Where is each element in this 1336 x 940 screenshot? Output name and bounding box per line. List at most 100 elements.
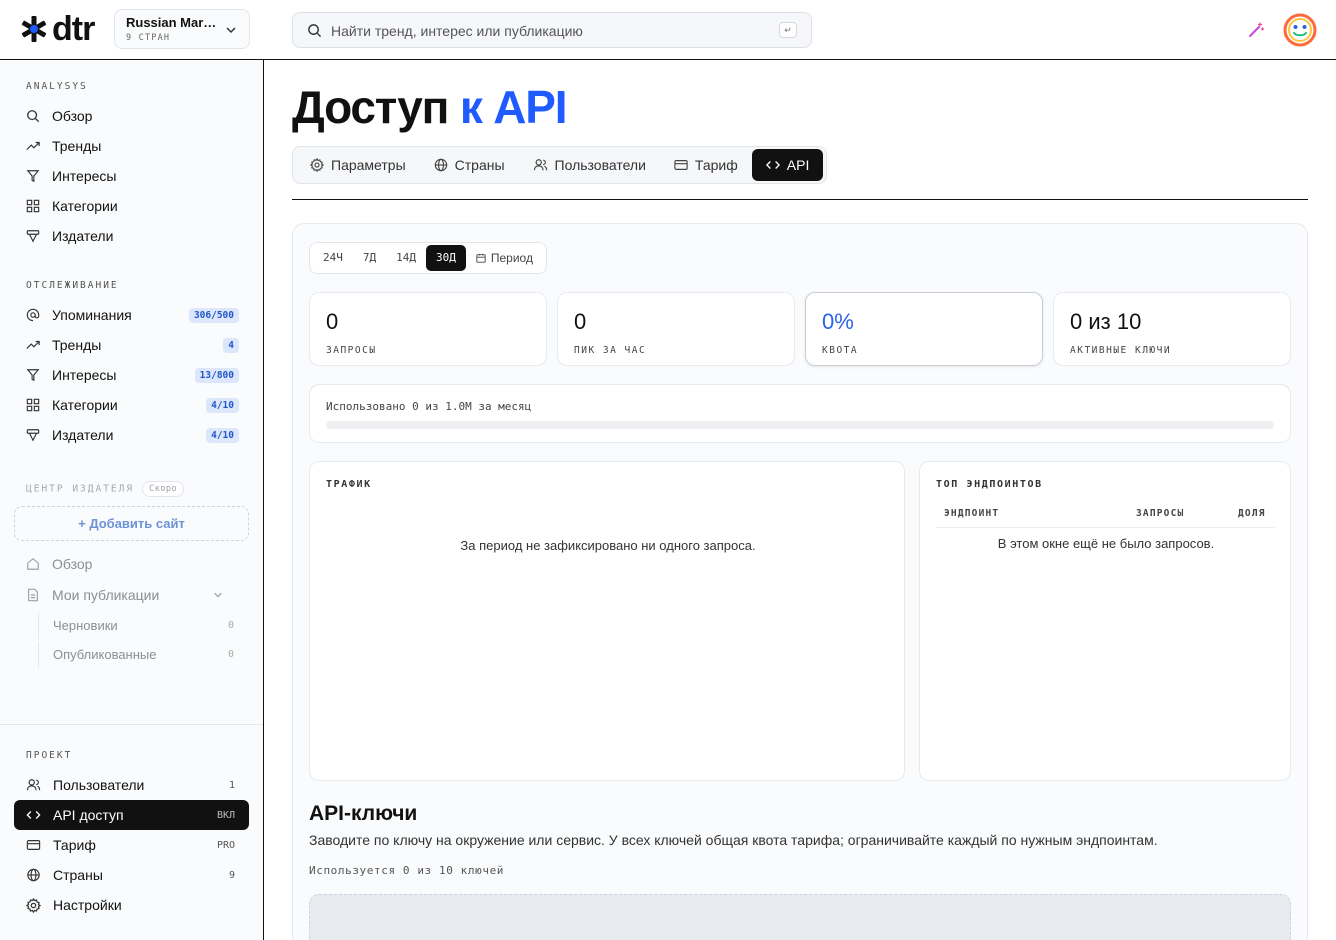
avatar[interactable] [1283,13,1317,47]
filter-icon [26,170,40,183]
globe-icon [434,158,447,172]
magic-wand-icon[interactable] [1247,21,1265,39]
usage-text: Использовано 0 из 1.0M за месяц [326,400,532,413]
tab-plan[interactable]: Тариф [660,149,752,181]
published-label: Опубликованные [53,647,157,662]
stat-value: 0 из 10 [1070,309,1142,334]
sidebar: ANALYSYS Обзор Тренды Интересы Категории… [0,60,264,940]
tab-api[interactable]: API [751,149,824,181]
plan-name: PRO [216,839,235,851]
sidebar-item-label: Издатели [52,228,114,244]
sidebar-item-plan[interactable]: Тариф PRO [14,831,249,859]
section-label-publisher-center: ЦЕНТР ИЗДАТЕЛЯ Скоро [26,481,185,497]
tab-label: Пользователи [554,157,646,173]
sidebar-item-mentions[interactable]: Упоминания 306/500 [14,301,249,329]
sidebar-item-publisher-overview[interactable]: Обзор [14,550,249,578]
traffic-title: ТРАФИК [326,479,372,490]
logo-text: dtr [52,10,95,48]
sidebar-item-publishers[interactable]: Издатели [14,222,249,250]
sidebar-item-label: Тариф [53,837,96,853]
gear-icon [26,897,41,913]
range-custom-label: Период [490,251,533,265]
traffic-empty-message: За период не зафиксировано ни одного зап… [460,538,756,553]
sidebar-item-label: Издатели [52,427,114,443]
published-count: 0 [227,649,234,660]
stat-value: 0% [822,309,854,334]
sidebar-item-trends[interactable]: Тренды [14,132,249,160]
tab-label: Тариф [694,157,738,173]
stat-card-active-keys: 0 из 10 АКТИВНЫЕ КЛЮЧИ [1053,292,1291,366]
sidebar-item-overview[interactable]: Обзор [14,102,249,130]
logo[interactable]: dtr [20,10,95,48]
users-count: 1 [228,779,235,791]
api-keys-title: API-ключи [309,802,418,825]
range-30d[interactable]: 30Д [426,245,466,271]
stat-card-quota[interactable]: 0% КВОТА [805,292,1043,366]
range-24h[interactable]: 24Ч [313,245,353,271]
project-selector[interactable]: Russian Mar… 9 СТРАН [114,9,250,49]
sidebar-item-api-access[interactable]: API доступ ВКЛ [14,800,249,830]
header-divider [292,199,1308,200]
globe-icon [27,868,40,882]
page-title-plain: Доступ [292,81,449,133]
range-7d[interactable]: 7Д [353,245,386,271]
sidebar-subitem-published[interactable]: Опубликованные 0 [38,642,238,668]
calendar-icon [476,253,486,263]
drafts-count: 0 [227,620,234,631]
sidebar-item-users[interactable]: Пользователи 1 [14,771,249,799]
section-label-analysis: ANALYSYS [26,81,88,92]
range-14d[interactable]: 14Д [386,245,426,271]
card-icon [674,160,688,170]
usage-progress-bar [326,421,1274,429]
sidebar-item-label: Категории [52,198,118,214]
api-keys-description: Заводите по ключу на окружение или серви… [309,832,1158,848]
stat-card-requests: 0 ЗАПРОСЫ [309,292,547,366]
api-keys-usage: Используется 0 из 10 ключей [309,864,505,877]
section-label-tracking: ОТСЛЕЖИВАНИЕ [26,280,119,291]
column-header-share: ДОЛЯ [1238,508,1266,519]
range-custom-period[interactable]: Период [466,245,543,271]
sidebar-item-my-publications[interactable]: Мои публикации [14,581,249,609]
search-bar[interactable]: Найти тренд, интерес или публикацию ↵ [292,12,812,48]
publishers-icon [26,230,40,243]
trends-badge: 4 [223,337,239,353]
page-title: Доступ к API [292,80,568,134]
tab-label: API [786,157,810,173]
stat-value: 0 [574,309,587,334]
grid-icon [26,199,40,213]
code-icon [765,161,780,169]
top-endpoints-card: ТОП ЭНДПОИНТОВ ЭНДПОИНТ ЗАПРОСЫ ДОЛЯ В э… [919,461,1291,781]
tab-parameters[interactable]: Параметры [296,149,420,181]
tab-countries[interactable]: Страны [420,149,519,181]
stat-card-peak-per-hour: 0 ПИК ЗА ЧАС [557,292,795,366]
sidebar-item-tracked-interests[interactable]: Интересы 13/800 [14,361,249,389]
stat-value: 0 [326,309,339,334]
sidebar-item-label: Интересы [52,367,117,383]
sidebar-item-label: Интересы [52,168,117,184]
chevron-down-icon [214,592,222,598]
sidebar-item-categories[interactable]: Категории [14,192,249,220]
add-site-button[interactable]: + Добавить сайт [14,506,249,541]
sidebar-item-tracked-categories[interactable]: Категории 4/10 [14,391,249,419]
sidebar-item-settings[interactable]: Настройки [14,891,249,919]
categories-badge: 4/10 [206,397,239,413]
search-icon [308,24,322,38]
publishers-icon [26,429,40,442]
sidebar-item-interests[interactable]: Интересы [14,162,249,190]
stat-label: АКТИВНЫЕ КЛЮЧИ [1070,345,1172,356]
stat-label: ПИК ЗА ЧАС [574,345,647,356]
sidebar-item-countries[interactable]: Страны 9 [14,861,249,889]
column-header-endpoint: ЭНДПОИНТ [944,508,1000,519]
interests-badge: 13/800 [194,367,239,383]
sidebar-item-tracked-trends[interactable]: Тренды 4 [14,331,249,359]
api-access-status: ВКЛ [216,809,235,821]
top-endpoints-title: ТОП ЭНДПОИНТОВ [936,479,1043,490]
soon-badge: Скоро [142,481,185,497]
sidebar-item-label: Страны [53,867,103,883]
sidebar-item-label: Обзор [52,556,93,572]
tab-users[interactable]: Пользователи [519,149,660,181]
sidebar-item-label: Упоминания [52,307,132,323]
sidebar-item-label: Обзор [52,108,93,124]
sidebar-item-tracked-publishers[interactable]: Издатели 4/10 [14,421,249,449]
sidebar-subitem-drafts[interactable]: Черновики 0 [38,613,238,639]
